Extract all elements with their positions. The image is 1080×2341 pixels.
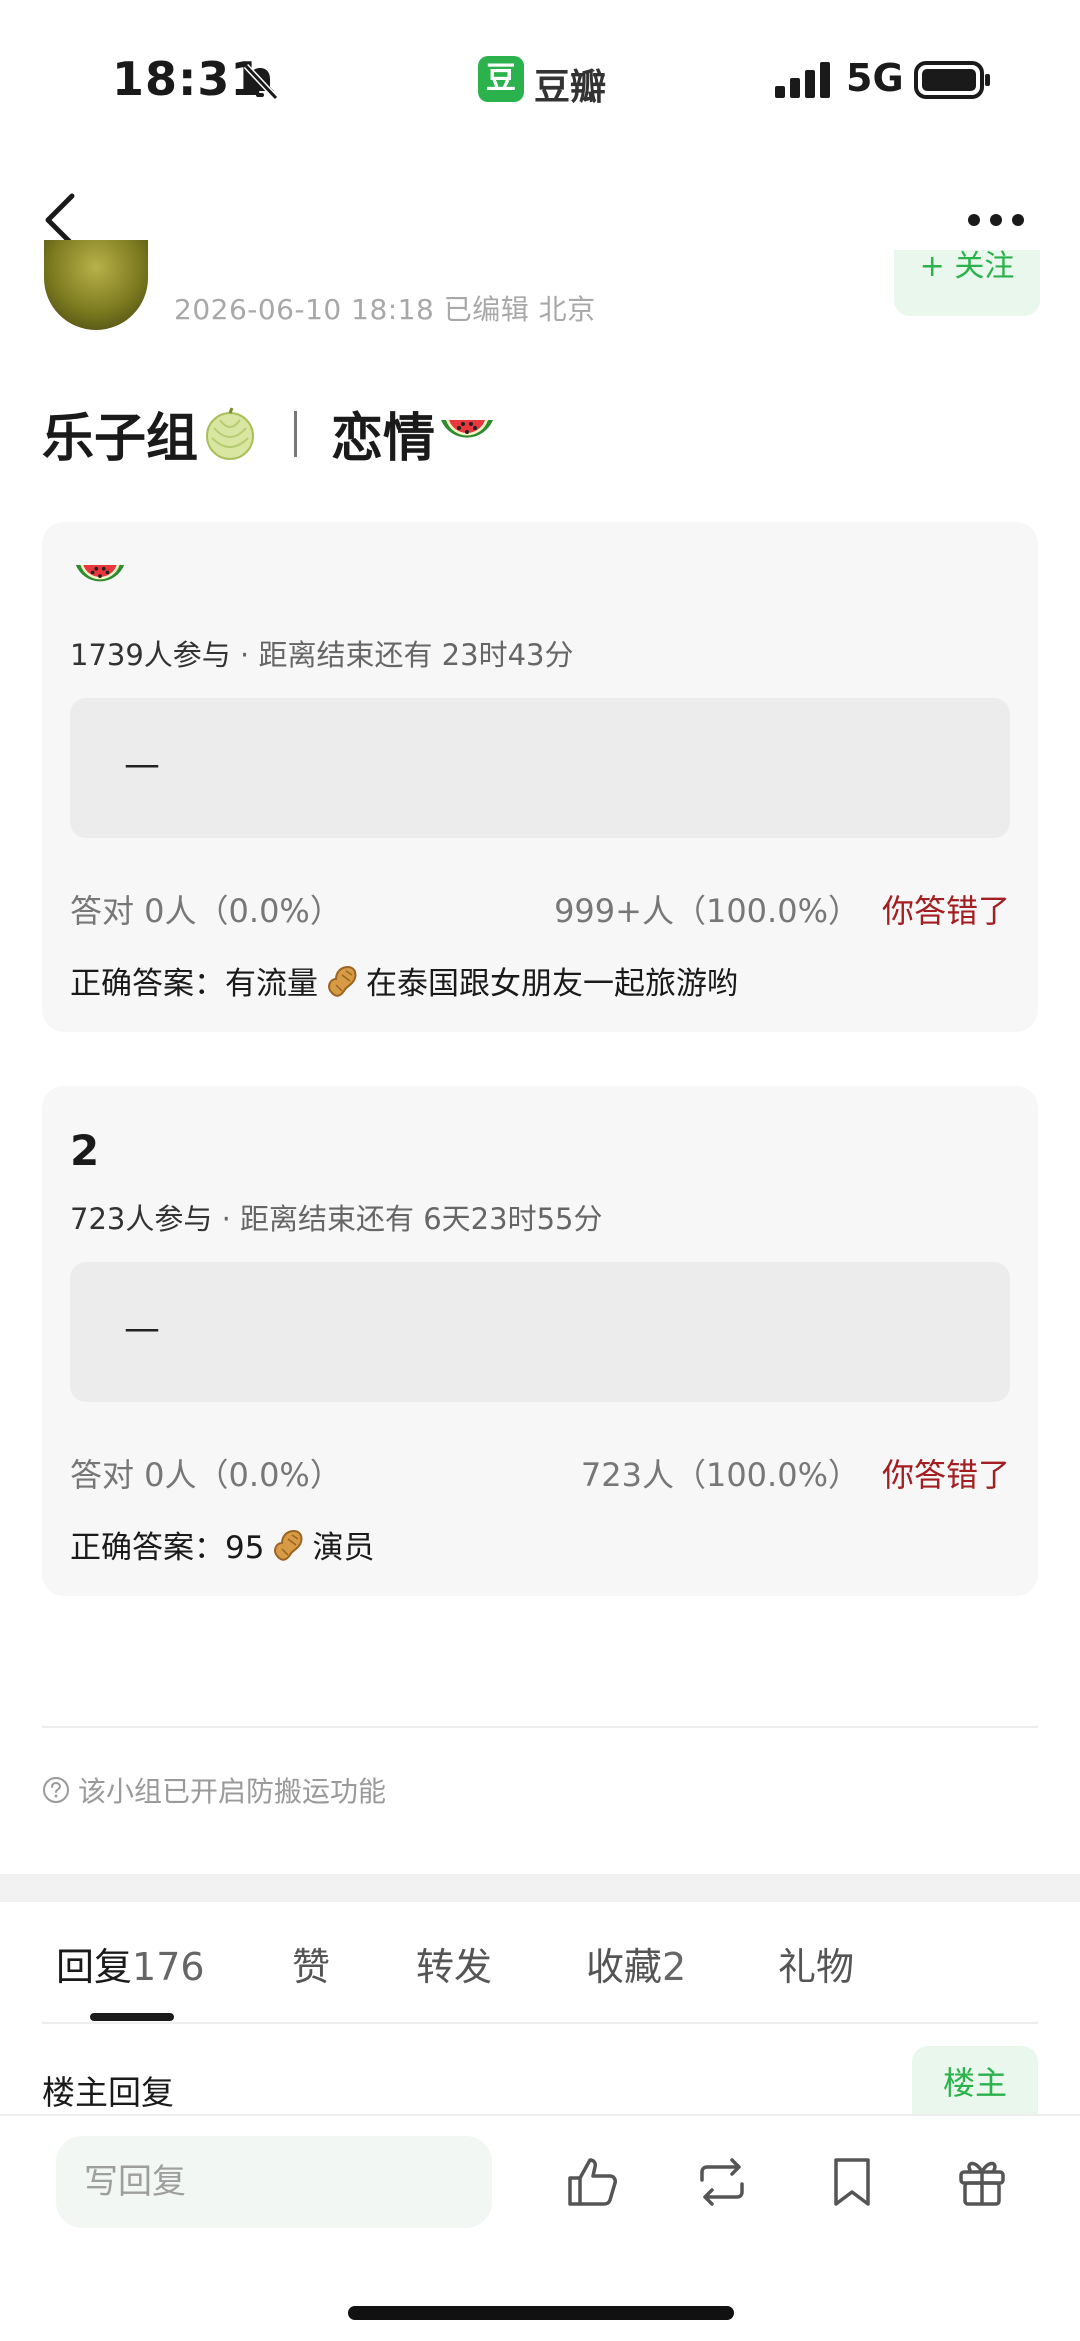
peanut-emoji-icon <box>274 1529 303 1561</box>
option-text: — <box>124 1308 160 1349</box>
home-indicator <box>348 2306 734 2320</box>
signal-icon <box>775 62 830 98</box>
battery-icon <box>914 61 990 99</box>
participants: 723人参与 <box>70 1202 213 1236</box>
section-gap <box>0 1874 1080 1902</box>
quiz-info: 1739人参与 · 距离结束还有 23时43分 <box>70 632 574 674</box>
quiz-option[interactable]: — <box>70 698 1010 838</box>
title-separator <box>294 410 298 457</box>
time-remaining: · 距离结束还有 23时43分 <box>230 638 574 672</box>
tab-label: 赞 <box>292 1945 331 1989</box>
quiz-info: 723人参与 · 距离结束还有 6天23时55分 <box>70 1196 603 1238</box>
content-divider <box>42 1726 1038 1728</box>
tab-label: 回复 <box>56 1945 133 1989</box>
like-icon[interactable] <box>562 2152 622 2212</box>
avatar[interactable] <box>44 240 148 330</box>
quiz-question: 2 <box>70 1126 100 1175</box>
op-filter-button[interactable]: 楼主 <box>912 2046 1038 2116</box>
tab-collections[interactable]: 收藏2 <box>586 1936 686 1991</box>
follow-button[interactable]: + 关注 <box>894 250 1040 316</box>
active-tab-indicator <box>90 2013 174 2021</box>
bell-off-icon <box>243 63 279 101</box>
status-bar: 18:31 豆 豆瓣 5G <box>0 0 1080 160</box>
post-meta: 2026-06-10 18:18 已编辑 北京 <box>174 293 596 326</box>
quiz-question <box>70 552 130 614</box>
result-label: 你答错了 <box>881 1456 1010 1494</box>
participants: 1739人参与 <box>70 638 231 672</box>
bookmark-icon[interactable] <box>822 2152 882 2212</box>
quiz-card: 2 723人参与 · 距离结束还有 6天23时55分 — 答对 0人（0.0%）… <box>42 1086 1038 1596</box>
tab-label: 礼物 <box>778 1945 855 1989</box>
tab-reposts[interactable]: 转发 <box>416 1936 492 1991</box>
reply-input[interactable]: 写回复 <box>56 2136 492 2228</box>
anti-repost-notice: 该小组已开启防搬运功能 <box>42 1770 386 1810</box>
tab-replies[interactable]: 回复176 <box>56 1936 205 1991</box>
repost-icon[interactable] <box>692 2152 752 2212</box>
watermelon-emoji-icon <box>441 419 494 438</box>
app-badge[interactable]: 豆 <box>478 56 524 102</box>
correct-stat: 答对 0人（0.0%） <box>70 1456 342 1494</box>
title-left: 乐子组 <box>42 409 199 469</box>
tab-count: 2 <box>662 1945 687 1989</box>
quiz-option[interactable]: — <box>70 1262 1010 1402</box>
time-remaining: · 距离结束还有 6天23时55分 <box>212 1202 603 1236</box>
network-type: 5G <box>846 56 904 100</box>
wrong-count: 999+人（100.0%） <box>554 892 860 930</box>
wrong-count: 723人（100.0%） <box>580 1456 860 1494</box>
tab-likes[interactable]: 赞 <box>292 1936 330 1991</box>
correct-answer: 正确答案：95 演员 <box>70 1522 374 1567</box>
more-icon[interactable] <box>966 208 1026 232</box>
watermelon-emoji-icon <box>75 565 125 582</box>
melon-emoji-icon <box>206 406 255 460</box>
tab-label: 转发 <box>416 1945 493 1989</box>
title-right: 恋情 <box>331 409 436 469</box>
answer-suffix: 在泰国跟女朋友一起旅游哟 <box>366 966 738 1002</box>
result-label: 你答错了 <box>881 892 1010 930</box>
post-title: 乐子组 恋情 <box>42 396 497 471</box>
quiz-card: 1739人参与 · 距离结束还有 23时43分 — 答对 0人（0.0%） 99… <box>42 522 1038 1032</box>
correct-answer: 正确答案：有流量 在泰国跟女朋友一起旅游哟 <box>70 958 738 1003</box>
tab-gifts[interactable]: 礼物 <box>778 1936 854 1991</box>
question-circle-icon <box>43 1777 69 1803</box>
wrong-stat: 723人（100.0%） 你答错了 <box>581 1450 1010 1496</box>
peanut-emoji-icon <box>328 965 357 997</box>
op-reply-label: 楼主回复 <box>42 2073 174 2112</box>
tab-count: 176 <box>132 1945 205 1989</box>
wrong-stat: 999+人（100.0%） 你答错了 <box>554 886 1010 932</box>
tab-label: 收藏 <box>586 1945 663 1989</box>
correct-stat: 答对 0人（0.0%） <box>70 892 342 930</box>
answer-prefix: 正确答案：有流量 <box>70 966 318 1002</box>
follow-label: + 关注 <box>919 250 1015 284</box>
app-name[interactable]: 豆瓣 <box>534 58 606 110</box>
tabs-divider <box>42 2022 1038 2024</box>
answer-prefix: 正确答案：95 <box>70 1530 265 1566</box>
notice-text: 该小组已开启防搬运功能 <box>78 1775 387 1808</box>
option-text: — <box>124 744 160 785</box>
reply-tabs: 回复176 赞 转发 收藏2 礼物 <box>0 1936 1080 2016</box>
answer-suffix: 演员 <box>312 1530 375 1566</box>
gift-icon[interactable] <box>952 2152 1012 2212</box>
bottom-bar: 写回复 <box>0 2114 1080 2341</box>
